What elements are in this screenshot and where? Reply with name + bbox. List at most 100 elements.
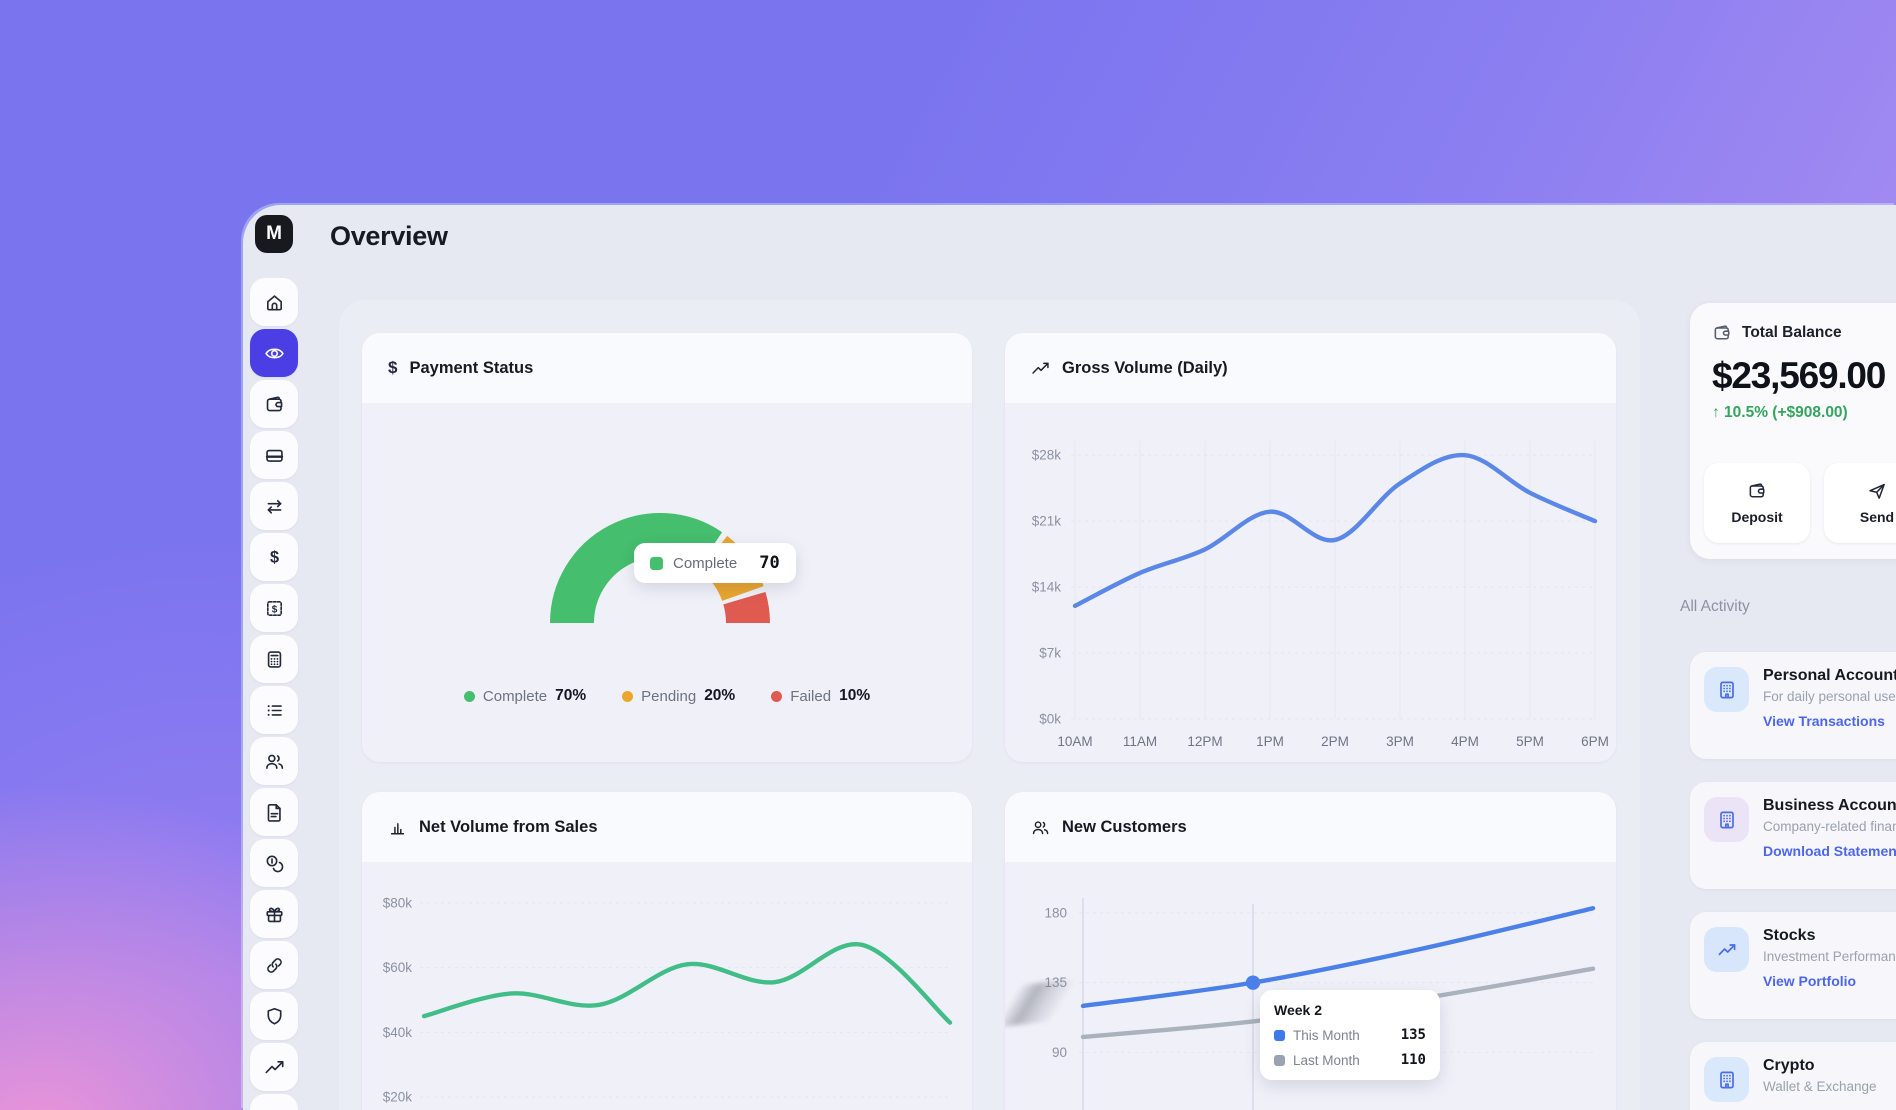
send-button-label: Send xyxy=(1860,509,1894,525)
tooltip-row-this-month: This Month 135 xyxy=(1274,1027,1426,1043)
sidebar-item-payment-links[interactable] xyxy=(250,941,298,989)
svg-text:11AM: 11AM xyxy=(1123,734,1157,749)
calculator-icon xyxy=(264,649,285,670)
activity-item-crypto[interactable]: Crypto Wallet & Exchange xyxy=(1690,1042,1896,1110)
legend-value: 70% xyxy=(555,687,586,705)
send-button[interactable]: Send xyxy=(1824,463,1896,543)
tooltip-label: This Month xyxy=(1293,1028,1360,1043)
trending-up-icon xyxy=(1031,359,1050,378)
sidebar-item-payments[interactable]: $ xyxy=(250,533,298,581)
legend-dot xyxy=(771,691,782,702)
tooltip-swatch xyxy=(1274,1055,1285,1066)
svg-text:4PM: 4PM xyxy=(1451,734,1479,749)
total-balance-header: Total Balance xyxy=(1690,303,1896,343)
activity-item-link[interactable]: Download Statement xyxy=(1763,843,1896,859)
desktop-background: M Overview $ $ $ xyxy=(0,0,1896,1110)
eye-icon xyxy=(264,343,285,364)
new-customers-title: New Customers xyxy=(1062,818,1187,837)
svg-text:1PM: 1PM xyxy=(1256,734,1284,749)
activity-item-link[interactable]: View Portfolio xyxy=(1763,973,1896,989)
new-customers-header: New Customers xyxy=(1005,792,1616,862)
activity-item-subtitle: Investment Performance xyxy=(1763,949,1896,964)
sidebar-item-transfers[interactable] xyxy=(250,482,298,530)
svg-text:$7k: $7k xyxy=(1039,646,1061,661)
arrows-left-right-icon xyxy=(264,496,285,517)
svg-text:$0k: $0k xyxy=(1039,712,1061,727)
trending-up-icon xyxy=(1704,927,1749,972)
sidebar-item-security[interactable] xyxy=(250,992,298,1040)
activity-item-title: Personal Account xyxy=(1763,667,1896,685)
net-volume-title: Net Volume from Sales xyxy=(419,818,598,837)
credit-card-icon xyxy=(264,445,285,466)
sidebar-item-home[interactable] xyxy=(250,278,298,326)
activity-item-title: Crypto xyxy=(1763,1057,1877,1075)
sidebar-item-rewards[interactable] xyxy=(250,890,298,938)
page-title: Overview xyxy=(330,221,448,252)
gift-icon xyxy=(264,904,285,925)
activity-item-personal-account[interactable]: Personal Account For daily personal use … xyxy=(1690,652,1896,759)
total-balance-label: Total Balance xyxy=(1742,324,1842,342)
activity-item-link[interactable]: View Transactions xyxy=(1763,713,1896,729)
sidebar-item-calculator[interactable] xyxy=(250,635,298,683)
activity-item-business-account[interactable]: Business Account Company-related finance… xyxy=(1690,782,1896,889)
app-logo[interactable]: M xyxy=(255,215,293,253)
gross-volume-header: Gross Volume (Daily) xyxy=(1005,333,1616,403)
net-volume-chart[interactable]: $80k$60k$40k$20k xyxy=(362,862,972,1110)
svg-text:3PM: 3PM xyxy=(1386,734,1414,749)
payment-status-chart[interactable]: Complete 70 Complete 70% Pending 20% xyxy=(362,403,972,762)
svg-text:$20k: $20k xyxy=(383,1090,413,1105)
sidebar-item-wallet[interactable] xyxy=(250,380,298,428)
sidebar-item-analytics[interactable] xyxy=(250,1043,298,1091)
legend-item-failed: Failed 10% xyxy=(771,687,870,705)
sidebar-item-invoices[interactable]: $ xyxy=(250,584,298,632)
new-customers-chart[interactable]: 1801359045 Week 2 This Month 135 Last Mo… xyxy=(1005,862,1616,1110)
deposit-button[interactable]: Deposit xyxy=(1704,463,1810,543)
wallet-icon xyxy=(264,394,285,415)
sidebar-item-cards[interactable] xyxy=(250,431,298,479)
svg-text:$21k: $21k xyxy=(1032,514,1062,529)
legend-item-complete: Complete 70% xyxy=(464,687,586,705)
building-icon xyxy=(1704,667,1749,712)
building-icon xyxy=(1704,797,1749,842)
total-balance-amount: $23,569.00 xyxy=(1690,355,1896,397)
svg-text:$28k: $28k xyxy=(1032,448,1062,463)
sidebar-item-balances[interactable] xyxy=(250,839,298,887)
dollar-icon: $ xyxy=(388,358,397,378)
payment-status-legend: Complete 70% Pending 20% Failed 10% xyxy=(362,687,972,705)
legend-value: 20% xyxy=(704,687,735,705)
gauge-tooltip: Complete 70 xyxy=(634,543,796,583)
activity-item-stocks[interactable]: Stocks Investment Performance View Portf… xyxy=(1690,912,1896,1019)
net_volume-svg: $80k$60k$40k$20k xyxy=(362,862,972,1110)
svg-text:10AM: 10AM xyxy=(1057,734,1092,749)
svg-text:180: 180 xyxy=(1044,905,1067,920)
building-icon xyxy=(1704,1057,1749,1102)
sidebar-item-overview[interactable] xyxy=(250,329,298,377)
new-customers-tooltip: Week 2 This Month 135 Last Month 110 xyxy=(1260,990,1440,1080)
sidebar-item-browser[interactable] xyxy=(250,1094,298,1110)
svg-text:90: 90 xyxy=(1052,1045,1067,1060)
users-icon xyxy=(264,751,285,772)
total-balance-card: Total Balance $23,569.00 ↑ 10.5% (+$908.… xyxy=(1690,303,1896,559)
users-icon xyxy=(1031,818,1050,837)
gross-volume-card: Gross Volume (Daily) $28k$21k$14k$7k$0k1… xyxy=(1005,333,1616,762)
file-icon xyxy=(264,802,285,823)
dashboard-sheet: M Overview $ $ $ xyxy=(243,205,1896,1110)
legend-label: Pending xyxy=(641,688,696,705)
receipt-dollar-icon: $ xyxy=(264,598,285,619)
sidebar-item-documents[interactable] xyxy=(250,788,298,836)
gross-volume-title: Gross Volume (Daily) xyxy=(1062,359,1228,378)
sidebar-item-lists[interactable] xyxy=(250,686,298,734)
payment-status-header: $ Payment Status xyxy=(362,333,972,403)
wallet-icon xyxy=(1747,481,1767,501)
svg-text:5PM: 5PM xyxy=(1516,734,1544,749)
gross-volume-chart[interactable]: $28k$21k$14k$7k$0k10AM11AM12PM1PM2PM3PM4… xyxy=(1005,403,1616,762)
gross_volume-svg: $28k$21k$14k$7k$0k10AM11AM12PM1PM2PM3PM4… xyxy=(1005,403,1616,762)
payment-status-card: $ Payment Status Complete 70 Complete 70… xyxy=(362,333,972,762)
net-volume-header: Net Volume from Sales xyxy=(362,792,972,862)
sidebar-item-customers[interactable] xyxy=(250,737,298,785)
activity-item-subtitle: For daily personal use xyxy=(1763,689,1896,704)
sidebar: $ $ xyxy=(250,278,298,1110)
svg-text:$60k: $60k xyxy=(383,960,413,975)
svg-text:$: $ xyxy=(269,548,278,566)
deposit-button-label: Deposit xyxy=(1731,509,1782,525)
